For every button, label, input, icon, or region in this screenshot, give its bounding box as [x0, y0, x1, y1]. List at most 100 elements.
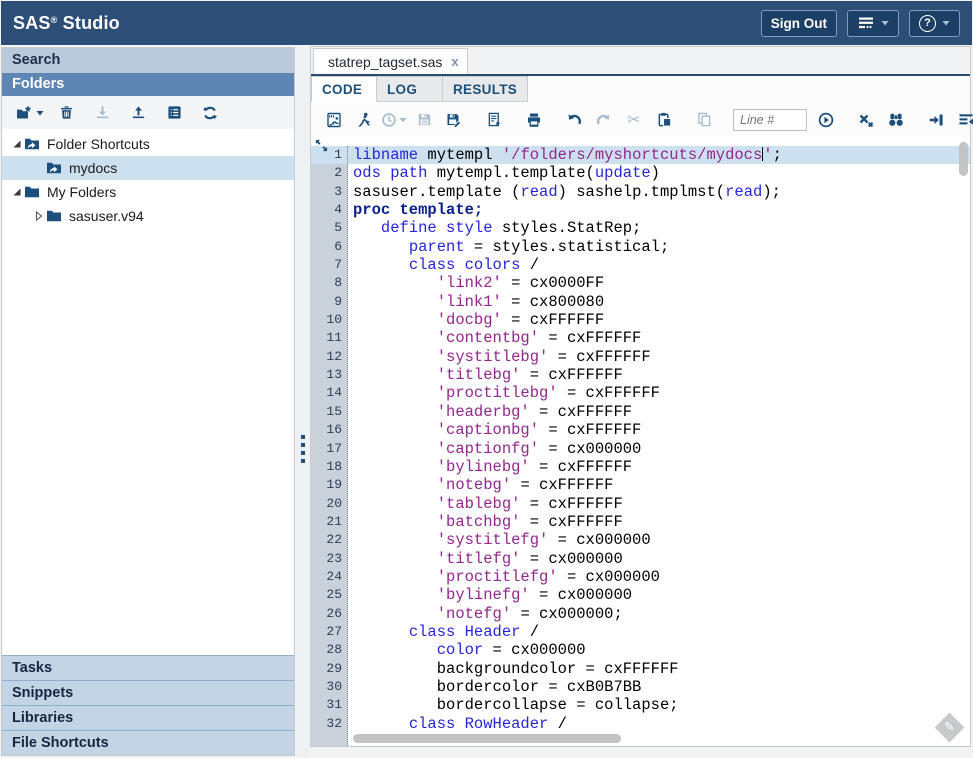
- tab-log[interactable]: LOG: [377, 76, 443, 102]
- download-icon: [95, 105, 110, 120]
- paste-button[interactable]: [649, 107, 679, 133]
- cut-button: ✂: [619, 107, 649, 133]
- app-options-button[interactable]: [847, 10, 899, 37]
- code-line: 'contentbg' = cxFFFFFF: [348, 329, 970, 347]
- run-button[interactable]: [349, 107, 379, 133]
- tree-item-folder-shortcuts[interactable]: Folder Shortcuts: [2, 132, 294, 156]
- delete-button[interactable]: [48, 100, 84, 126]
- line-number: 5: [311, 219, 347, 237]
- clear-code-button[interactable]: [851, 107, 881, 133]
- run-icon: [356, 112, 372, 128]
- undo-button[interactable]: [559, 107, 589, 133]
- code-line: 'titlebg' = cxFFFFFF: [348, 366, 970, 384]
- focus-icon: [928, 112, 944, 128]
- refresh-button[interactable]: [192, 100, 228, 126]
- top-actions: Sign Out ?: [761, 10, 960, 37]
- code-line: bordercollapse = collapse;: [348, 696, 970, 714]
- code-line: 'bylinefg' = cx000000: [348, 586, 970, 604]
- save-as-icon: [446, 112, 462, 128]
- line-number: 7: [311, 256, 347, 274]
- line-number: 17: [311, 440, 347, 458]
- new-item-button[interactable]: [12, 100, 48, 126]
- help-button[interactable]: ?: [909, 10, 960, 37]
- panel-tasks[interactable]: Tasks: [2, 655, 294, 680]
- code-line: 'titlefg' = cx000000: [348, 550, 970, 568]
- tree-expanded-icon[interactable]: [10, 187, 24, 197]
- line-number: 2: [311, 164, 347, 182]
- folder-icon: [24, 185, 44, 199]
- print-button[interactable]: [519, 107, 549, 133]
- chevron-down-icon: [36, 110, 44, 116]
- code-line: 'tablebg' = cxFFFFFF: [348, 495, 970, 513]
- tab-statrep-tagset[interactable]: statrep_tagset.sas x: [313, 48, 468, 74]
- code-line: 'notebg' = cxFFFFFF: [348, 476, 970, 494]
- line-number: 27: [311, 623, 347, 641]
- navigation-accordion: TasksSnippetsLibrariesFile Shortcuts: [2, 655, 294, 755]
- goto-line-input[interactable]: [733, 109, 807, 131]
- find-icon: [888, 112, 904, 128]
- properties-button[interactable]: [156, 100, 192, 126]
- maximize-view-icon[interactable]: [315, 139, 328, 152]
- tree-item-sasuser-v94[interactable]: sasuser.v94: [2, 204, 294, 228]
- line-number: 10: [311, 311, 347, 329]
- code-line: backgroundcolor = cxFFFFFF: [348, 660, 970, 678]
- code-line: 'docbg' = cxFFFFFF: [348, 311, 970, 329]
- tab-code[interactable]: CODE: [311, 76, 377, 102]
- new-program-button[interactable]: [319, 107, 349, 133]
- folder-icon: [46, 209, 66, 223]
- tab-results[interactable]: RESULTS: [443, 76, 528, 102]
- line-number: 26: [311, 605, 347, 623]
- line-number: 11: [311, 329, 347, 347]
- panel-libraries[interactable]: Libraries: [2, 705, 294, 730]
- close-icon[interactable]: x: [451, 54, 458, 69]
- code-area[interactable]: libname mytempl '/folders/myshortcuts/my…: [348, 146, 970, 746]
- redo-icon: [596, 112, 612, 128]
- submission-history-button: [379, 107, 409, 133]
- save-icon: [417, 112, 432, 127]
- pane-splitter[interactable]: [296, 47, 309, 756]
- document-tab-label: statrep_tagset.sas: [328, 54, 442, 70]
- code-line: ods path mytempl.template(update): [348, 164, 970, 182]
- program-summary-button[interactable]: [479, 107, 509, 133]
- goto-line-button[interactable]: [811, 107, 841, 133]
- upload-icon: [131, 105, 146, 120]
- panel-file-shortcuts[interactable]: File Shortcuts: [2, 730, 294, 755]
- panel-search[interactable]: Search: [2, 48, 294, 73]
- sign-out-button[interactable]: Sign Out: [761, 10, 837, 37]
- clear-icon: [858, 112, 874, 128]
- code-line: 'captionfg' = cx000000: [348, 440, 970, 458]
- navigation-pane: Search Folders Folder Shortcuts mydocs My …: [1, 47, 295, 756]
- tree-expanded-icon[interactable]: [10, 139, 24, 149]
- upload-button[interactable]: [120, 100, 156, 126]
- tree-collapsed-icon[interactable]: [32, 211, 46, 221]
- tree-item-mydocs[interactable]: mydocs: [2, 156, 294, 180]
- code-line: color = cx000000: [348, 641, 970, 659]
- horizontal-scrollbar-thumb[interactable]: [353, 734, 621, 743]
- find-replace-button[interactable]: [881, 107, 911, 133]
- sas-studio-app: { "topbar": { "brand_sas": "SAS", "brand…: [0, 0, 973, 758]
- save-as-button[interactable]: [439, 107, 469, 133]
- cut-icon: ✂: [627, 110, 640, 130]
- line-number: 18: [311, 458, 347, 476]
- code-line: 'bylinebg' = cxFFFFFF: [348, 458, 970, 476]
- splitter-handle-icon: [301, 435, 305, 463]
- panel-snippets[interactable]: Snippets: [2, 680, 294, 705]
- paste-icon: [657, 112, 672, 127]
- line-number-gutter: 1234567891011121314151617181920212223242…: [311, 146, 348, 746]
- focus-code-button[interactable]: [921, 107, 951, 133]
- pencil-icon: ✎: [944, 720, 955, 735]
- panel-folders[interactable]: Folders: [2, 73, 294, 96]
- refresh-icon: [202, 105, 218, 121]
- format-code-button[interactable]: [951, 107, 973, 133]
- tree-item-label: mydocs: [69, 160, 117, 176]
- line-number: 23: [311, 550, 347, 568]
- line-number: 28: [311, 641, 347, 659]
- properties-icon: [167, 105, 182, 120]
- code-line: 'notefg' = cx000000;: [348, 605, 970, 623]
- tree-item-label: sasuser.v94: [69, 208, 144, 224]
- code-line: 'batchbg' = cxFFFFFF: [348, 513, 970, 531]
- tree-item-my-folders[interactable]: My Folders: [2, 180, 294, 204]
- vertical-scrollbar-thumb[interactable]: [959, 142, 968, 176]
- line-number: 3: [311, 183, 347, 201]
- history-icon: [381, 112, 397, 128]
